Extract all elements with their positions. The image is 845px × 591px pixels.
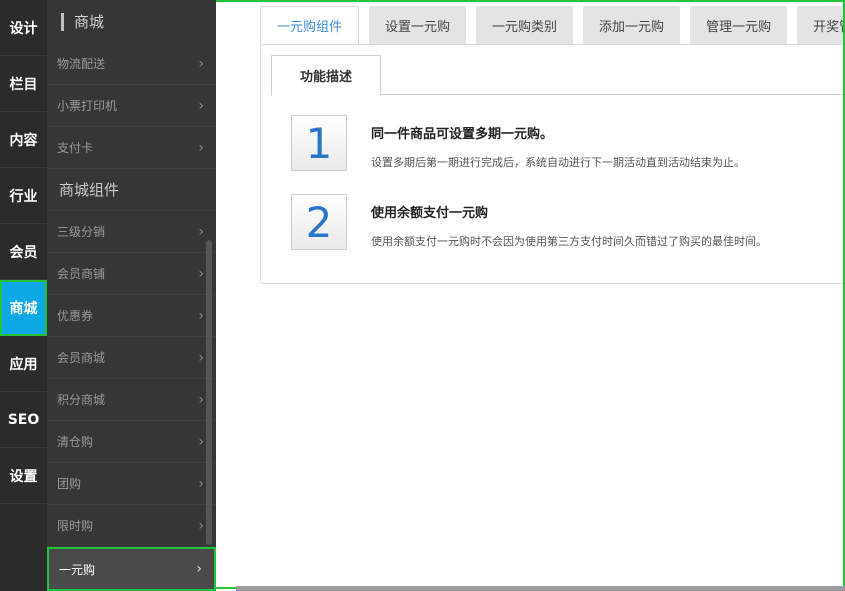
subnav-section-title: 商城组件 bbox=[47, 169, 216, 211]
feature-item: 1 同一件商品可设置多期一元购。 设置多期后第一期进行完成后，系统自动进行下一期… bbox=[291, 115, 745, 171]
tab-settings[interactable]: 设置一元购 bbox=[369, 6, 467, 44]
chevron-right-icon: › bbox=[198, 139, 204, 156]
feature-item: 2 使用余额支付一元购 使用余额支付一元购时不会因为使用第三方支付时间久而错过了… bbox=[291, 194, 767, 250]
feature-title: 同一件商品可设置多期一元购。 bbox=[371, 127, 554, 142]
subnav-item-pay-card[interactable]: 支付卡 › bbox=[47, 127, 216, 169]
chevron-right-icon: › bbox=[196, 561, 202, 577]
primary-nav: 设计 栏目 内容 行业 会员 商城 应用 SEO 设置 bbox=[0, 0, 47, 591]
subnav-item-member-mall[interactable]: 会员商城 › bbox=[47, 337, 216, 379]
nav-item-columns[interactable]: 栏目 bbox=[0, 56, 47, 112]
subnav-item-label: 一元购 bbox=[59, 562, 96, 577]
nav-item-content[interactable]: 内容 bbox=[0, 112, 47, 168]
tab-manage[interactable]: 管理一元购 bbox=[690, 6, 788, 44]
subnav-item-member-shop[interactable]: 会员商铺 › bbox=[47, 253, 216, 295]
chevron-right-icon: › bbox=[198, 517, 204, 534]
subnav-item-points-mall[interactable]: 积分商城 › bbox=[47, 379, 216, 421]
header-bar-decoration bbox=[61, 12, 64, 31]
tab-add[interactable]: 添加一元购 bbox=[583, 6, 681, 44]
subnav-item-label: 物流配送 bbox=[57, 57, 106, 71]
subtab-feature-description[interactable]: 功能描述 bbox=[271, 55, 381, 96]
subnav-item-label: 限时购 bbox=[57, 519, 94, 533]
nav-item-apps[interactable]: 应用 bbox=[0, 336, 47, 392]
chevron-right-icon: › bbox=[198, 55, 204, 72]
subnav-item-label: 优惠券 bbox=[57, 309, 94, 323]
nav-item-industry[interactable]: 行业 bbox=[0, 168, 47, 224]
subnav-item-logistics[interactable]: 物流配送 › bbox=[47, 43, 216, 85]
subnav-title: 商城 bbox=[74, 13, 105, 31]
subnav-item-clearance[interactable]: 清仓购 › bbox=[47, 421, 216, 463]
subnav-item-receipt-printer[interactable]: 小票打印机 › bbox=[47, 85, 216, 127]
subnav-item-label: 小票打印机 bbox=[57, 99, 118, 113]
subnav-item-distribution[interactable]: 三级分销 › bbox=[47, 211, 216, 253]
subnav-item-label: 支付卡 bbox=[57, 141, 94, 155]
nav-item-member[interactable]: 会员 bbox=[0, 224, 47, 280]
feature-number-badge: 2 bbox=[291, 194, 347, 250]
chevron-right-icon: › bbox=[198, 223, 204, 240]
tab-categories[interactable]: 一元购类别 bbox=[476, 6, 574, 44]
nav-item-design[interactable]: 设计 bbox=[0, 0, 47, 56]
subnav-item-label: 会员商城 bbox=[57, 351, 106, 365]
content-panel: 功能描述 1 同一件商品可设置多期一元购。 设置多期后第一期进行完成后，系统自动… bbox=[260, 44, 843, 284]
subnav-item-group-buy[interactable]: 团购 › bbox=[47, 463, 216, 505]
subnav-item-label: 清仓购 bbox=[57, 435, 94, 449]
chevron-right-icon: › bbox=[198, 391, 204, 408]
feature-number-badge: 1 bbox=[291, 115, 347, 171]
chevron-right-icon: › bbox=[198, 265, 204, 282]
subnav-item-label: 会员商铺 bbox=[57, 267, 106, 281]
tab-one-yuan-component[interactable]: 一元购组件 bbox=[260, 6, 360, 44]
main-content: 一元购组件 设置一元购 一元购类别 添加一元购 管理一元购 开奖管理 功能描述 … bbox=[216, 0, 845, 589]
subnav-item-coupon[interactable]: 优惠券 › bbox=[47, 295, 216, 337]
subnav-item-one-yuan-buy[interactable]: 一元购 › bbox=[47, 547, 216, 591]
subnav-item-label: 积分商城 bbox=[57, 393, 106, 407]
chevron-right-icon: › bbox=[198, 475, 204, 492]
chevron-right-icon: › bbox=[198, 307, 204, 324]
nav-item-settings[interactable]: 设置 bbox=[0, 448, 47, 504]
subnav-item-flash-sale[interactable]: 限时购 › bbox=[47, 505, 216, 547]
chevron-right-icon: › bbox=[198, 433, 204, 450]
nav-item-seo[interactable]: SEO bbox=[0, 392, 47, 448]
subnav-item-label: 三级分销 bbox=[57, 225, 106, 239]
subtab-bar: 功能描述 bbox=[271, 55, 843, 96]
subnav-item-label: 团购 bbox=[57, 477, 82, 491]
chevron-right-icon: › bbox=[198, 97, 204, 114]
subnav-header: 商城 bbox=[47, 0, 216, 43]
feature-description: 设置多期后第一期进行完成后，系统自动进行下一期活动直到活动结束为止。 bbox=[371, 156, 745, 169]
subnav-scrollbar[interactable] bbox=[206, 240, 212, 545]
nav-item-mall[interactable]: 商城 bbox=[0, 280, 47, 336]
horizontal-scrollbar[interactable] bbox=[236, 586, 845, 591]
secondary-nav: 商城 物流配送 › 小票打印机 › 支付卡 › 商城组件 三级分销 › 会员商铺 › 优惠… bbox=[47, 0, 216, 591]
feature-title: 使用余额支付一元购 bbox=[371, 206, 489, 221]
tab-bar: 一元购组件 设置一元购 一元购类别 添加一元购 管理一元购 开奖管理 bbox=[260, 6, 843, 44]
tab-lottery-manage[interactable]: 开奖管理 bbox=[797, 6, 843, 44]
feature-description: 使用余额支付一元购时不会因为使用第三方支付时间久而错过了购买的最佳时间。 bbox=[371, 235, 767, 248]
chevron-right-icon: › bbox=[198, 349, 204, 366]
